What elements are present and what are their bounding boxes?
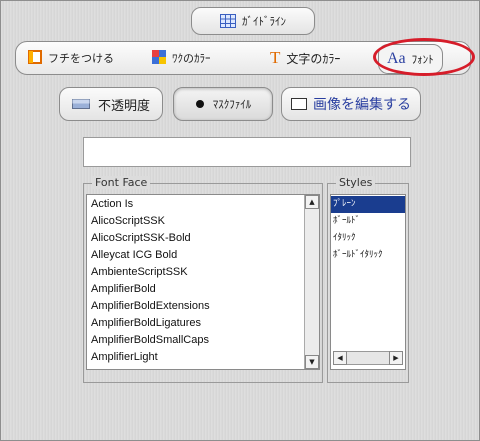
grid-icon	[220, 14, 236, 28]
guide-line-label: ｶﾞｲﾄﾞﾗｲﾝ	[242, 15, 286, 28]
frame-icon	[28, 49, 42, 67]
mask-icon	[195, 99, 205, 109]
styles-title: Styles	[336, 176, 376, 189]
arrow-right-icon: ▶	[393, 354, 399, 362]
font-list-item[interactable]: AmbienteScriptSSK	[87, 264, 319, 281]
styles-group: Styles ﾌﾟﾚｰﾝ ﾎﾞｰﾙﾄﾞ ｲﾀﾘｯｸ ﾎﾞｰﾙﾄﾞｲﾀﾘｯｸ ◀ ▶	[327, 176, 409, 383]
tab-frame-color[interactable]: ﾜｸのｶﾗｰ	[152, 42, 211, 74]
font-list-item[interactable]: AlicoScriptSSK-Bold	[87, 230, 319, 247]
style-list-item[interactable]: ｲﾀﾘｯｸ	[331, 230, 405, 247]
font-list-item[interactable]: AlicoScriptSSK	[87, 213, 319, 230]
opacity-button[interactable]: 不透明度	[59, 87, 163, 121]
scroll-down-button[interactable]: ▼	[305, 355, 319, 369]
tab-frame[interactable]: フチをつける	[28, 42, 114, 74]
font-list-scrollbar[interactable]: ▲ ▼	[304, 195, 319, 369]
font-settings-panel: ｶﾞｲﾄﾞﾗｲﾝ フチをつける ﾜｸのｶﾗｰ T 文字のｶﾗｰ Aa ﾌｫﾝﾄ …	[0, 0, 480, 441]
scroll-left-button[interactable]: ◀	[333, 351, 347, 365]
arrow-down-icon: ▼	[309, 358, 315, 366]
font-list-item[interactable]: AmplifierBoldSmallCaps	[87, 332, 319, 349]
font-face-title: Font Face	[92, 176, 151, 189]
edit-image-button[interactable]: 画像を編集する	[281, 87, 421, 121]
style-list-item[interactable]: ﾌﾟﾚｰﾝ	[331, 196, 405, 213]
styles-list[interactable]: ﾌﾟﾚｰﾝ ﾎﾞｰﾙﾄﾞ ｲﾀﾘｯｸ ﾎﾞｰﾙﾄﾞｲﾀﾘｯｸ ◀ ▶	[330, 194, 406, 370]
edit-image-label: 画像を編集する	[313, 97, 411, 113]
mask-file-label: ﾏｽｸﾌｧｲﾙ	[212, 98, 252, 111]
opacity-label: 不透明度	[97, 98, 150, 114]
font-face-list[interactable]: Action Is AlicoScriptSSK AlicoScriptSSK-Bo…	[86, 194, 320, 370]
text-input[interactable]	[83, 137, 411, 167]
style-list-item[interactable]: ﾎﾞｰﾙﾄﾞｲﾀﾘｯｸ	[331, 247, 405, 264]
arrow-left-icon: ◀	[337, 354, 343, 362]
tab-text-color-label: 文字のｶﾗｰ	[286, 51, 341, 66]
font-face-items: Action Is AlicoScriptSSK AlicoScriptSSK-Bo…	[87, 195, 319, 366]
font-list-item[interactable]: AmplifierBoldExtensions	[87, 298, 319, 315]
font-list-item[interactable]: Action Is	[87, 196, 319, 213]
tab-frame-label: フチをつける	[48, 52, 114, 65]
font-face-group: Font Face Action Is AlicoScriptSSK AlicoSc…	[83, 176, 323, 383]
arrow-up-icon: ▲	[309, 198, 315, 206]
mask-file-button[interactable]: ﾏｽｸﾌｧｲﾙ	[173, 87, 273, 121]
font-list-item[interactable]: AmplifierLight	[87, 349, 319, 366]
opacity-icon	[71, 99, 90, 109]
tab-text-color[interactable]: T 文字のｶﾗｰ	[270, 42, 340, 74]
font-list-item[interactable]: AmplifierBold	[87, 281, 319, 298]
tab-frame-color-label: ﾜｸのｶﾗｰ	[172, 52, 211, 65]
styles-hscrollbar[interactable]: ◀ ▶	[333, 351, 403, 367]
scroll-up-button[interactable]: ▲	[305, 195, 319, 209]
highlight-ring	[373, 38, 475, 76]
edit-image-icon	[291, 98, 307, 110]
scroll-right-button[interactable]: ▶	[389, 351, 403, 365]
font-list-item[interactable]: AmplifierBoldLigatures	[87, 315, 319, 332]
font-list-item[interactable]: Alleycat ICG Bold	[87, 247, 319, 264]
scroll-track[interactable]	[347, 351, 389, 365]
style-list-item[interactable]: ﾎﾞｰﾙﾄﾞ	[331, 213, 405, 230]
style-items: ﾌﾟﾚｰﾝ ﾎﾞｰﾙﾄﾞ ｲﾀﾘｯｸ ﾎﾞｰﾙﾄﾞｲﾀﾘｯｸ	[331, 195, 405, 264]
guide-line-button[interactable]: ｶﾞｲﾄﾞﾗｲﾝ	[191, 7, 315, 35]
text-color-icon: T	[270, 48, 281, 67]
frame-color-icon	[152, 49, 166, 67]
